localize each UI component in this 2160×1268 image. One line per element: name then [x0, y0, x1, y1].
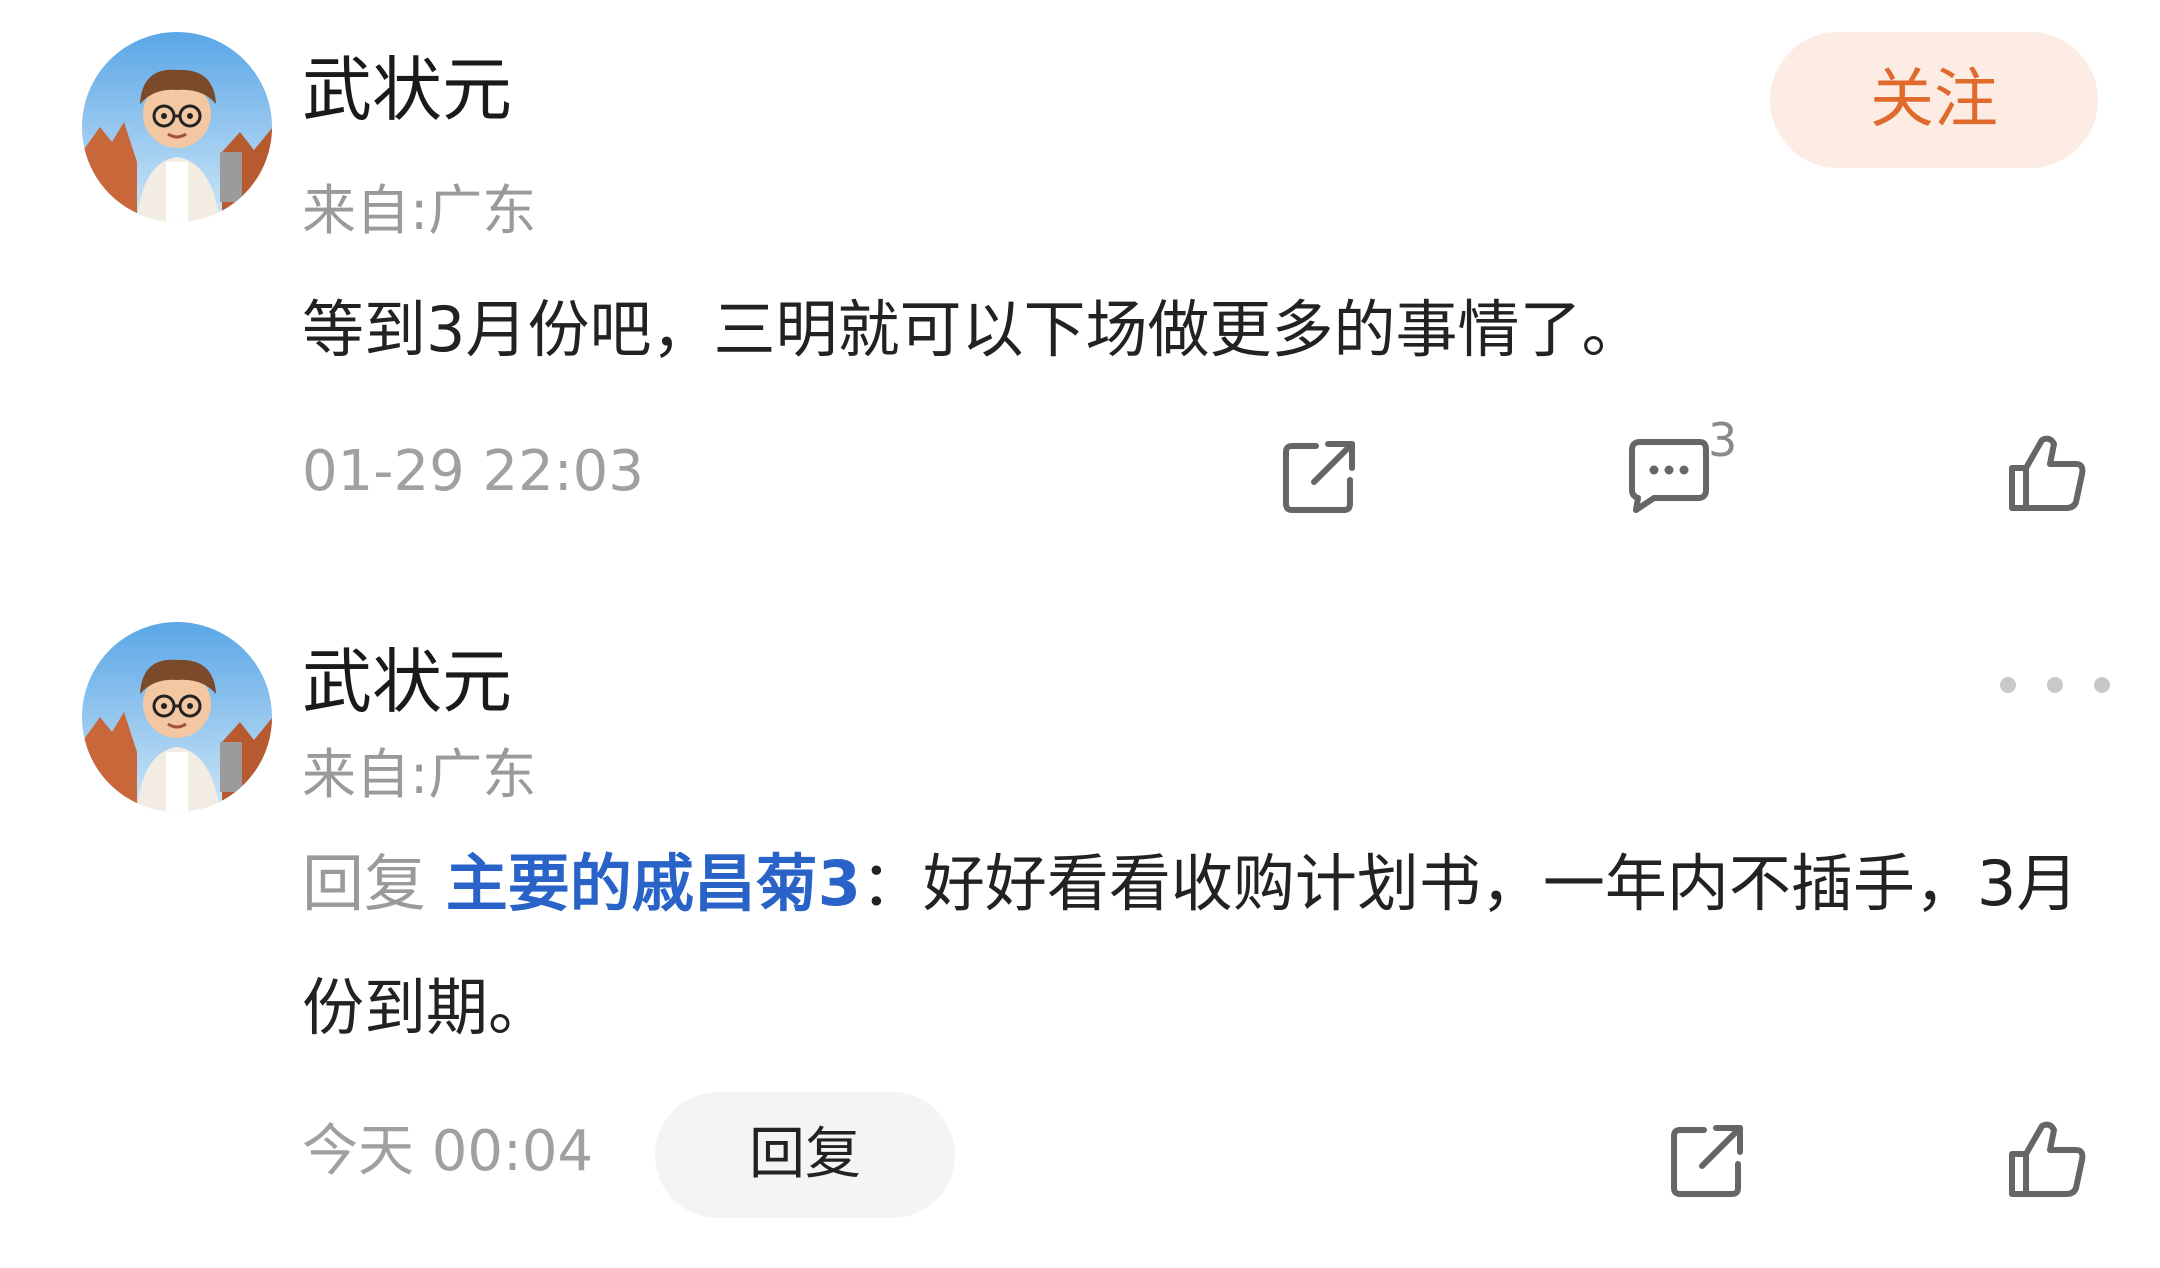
location-label: 来自:广东: [302, 743, 537, 806]
like-icon[interactable]: [1998, 424, 2094, 520]
location-label: 来自:广东: [302, 179, 537, 242]
more-icon[interactable]: [2000, 650, 2110, 720]
share-icon[interactable]: [1660, 1112, 1756, 1208]
comment-text: 等到3月份吧，三明就可以下场做更多的事情了。: [302, 293, 1644, 366]
username[interactable]: 武状元: [302, 50, 512, 130]
username[interactable]: 武状元: [302, 642, 512, 722]
more-dot: [2000, 677, 2016, 693]
reply-button[interactable]: 回复: [655, 1092, 955, 1218]
more-dot: [2094, 677, 2110, 693]
comment-text: 回复 主要的戚昌菊3：好好看看收购计划书，一年内不插手，3月份到期。: [302, 822, 2092, 1070]
comment-item: 武状元 来自:广东 关注 等到3月份吧，三明就可以下场做更多的事情了。 01-2…: [0, 0, 2160, 560]
reply-target-link[interactable]: 主要的戚昌菊3: [446, 847, 861, 920]
follow-button[interactable]: 关注: [1770, 32, 2098, 168]
reply-prefix: 回复: [302, 847, 427, 920]
comment-icon[interactable]: [1618, 428, 1714, 524]
avatar-image: [82, 32, 272, 222]
reply-count-badge: 3: [1708, 413, 1738, 467]
avatar[interactable]: [82, 32, 272, 222]
timestamp: 01-29 22:03: [302, 439, 644, 504]
more-dot: [2047, 677, 2063, 693]
avatar[interactable]: [82, 622, 272, 812]
like-icon[interactable]: [1998, 1110, 2094, 1206]
share-icon[interactable]: [1272, 428, 1368, 524]
avatar-image: [82, 622, 272, 812]
timestamp: 今天 00:04: [302, 1119, 594, 1184]
comment-item: 武状元 来自:广东 回复 主要的戚昌菊3：好好看看收购计划书，一年内不插手，3月…: [0, 590, 2160, 1250]
